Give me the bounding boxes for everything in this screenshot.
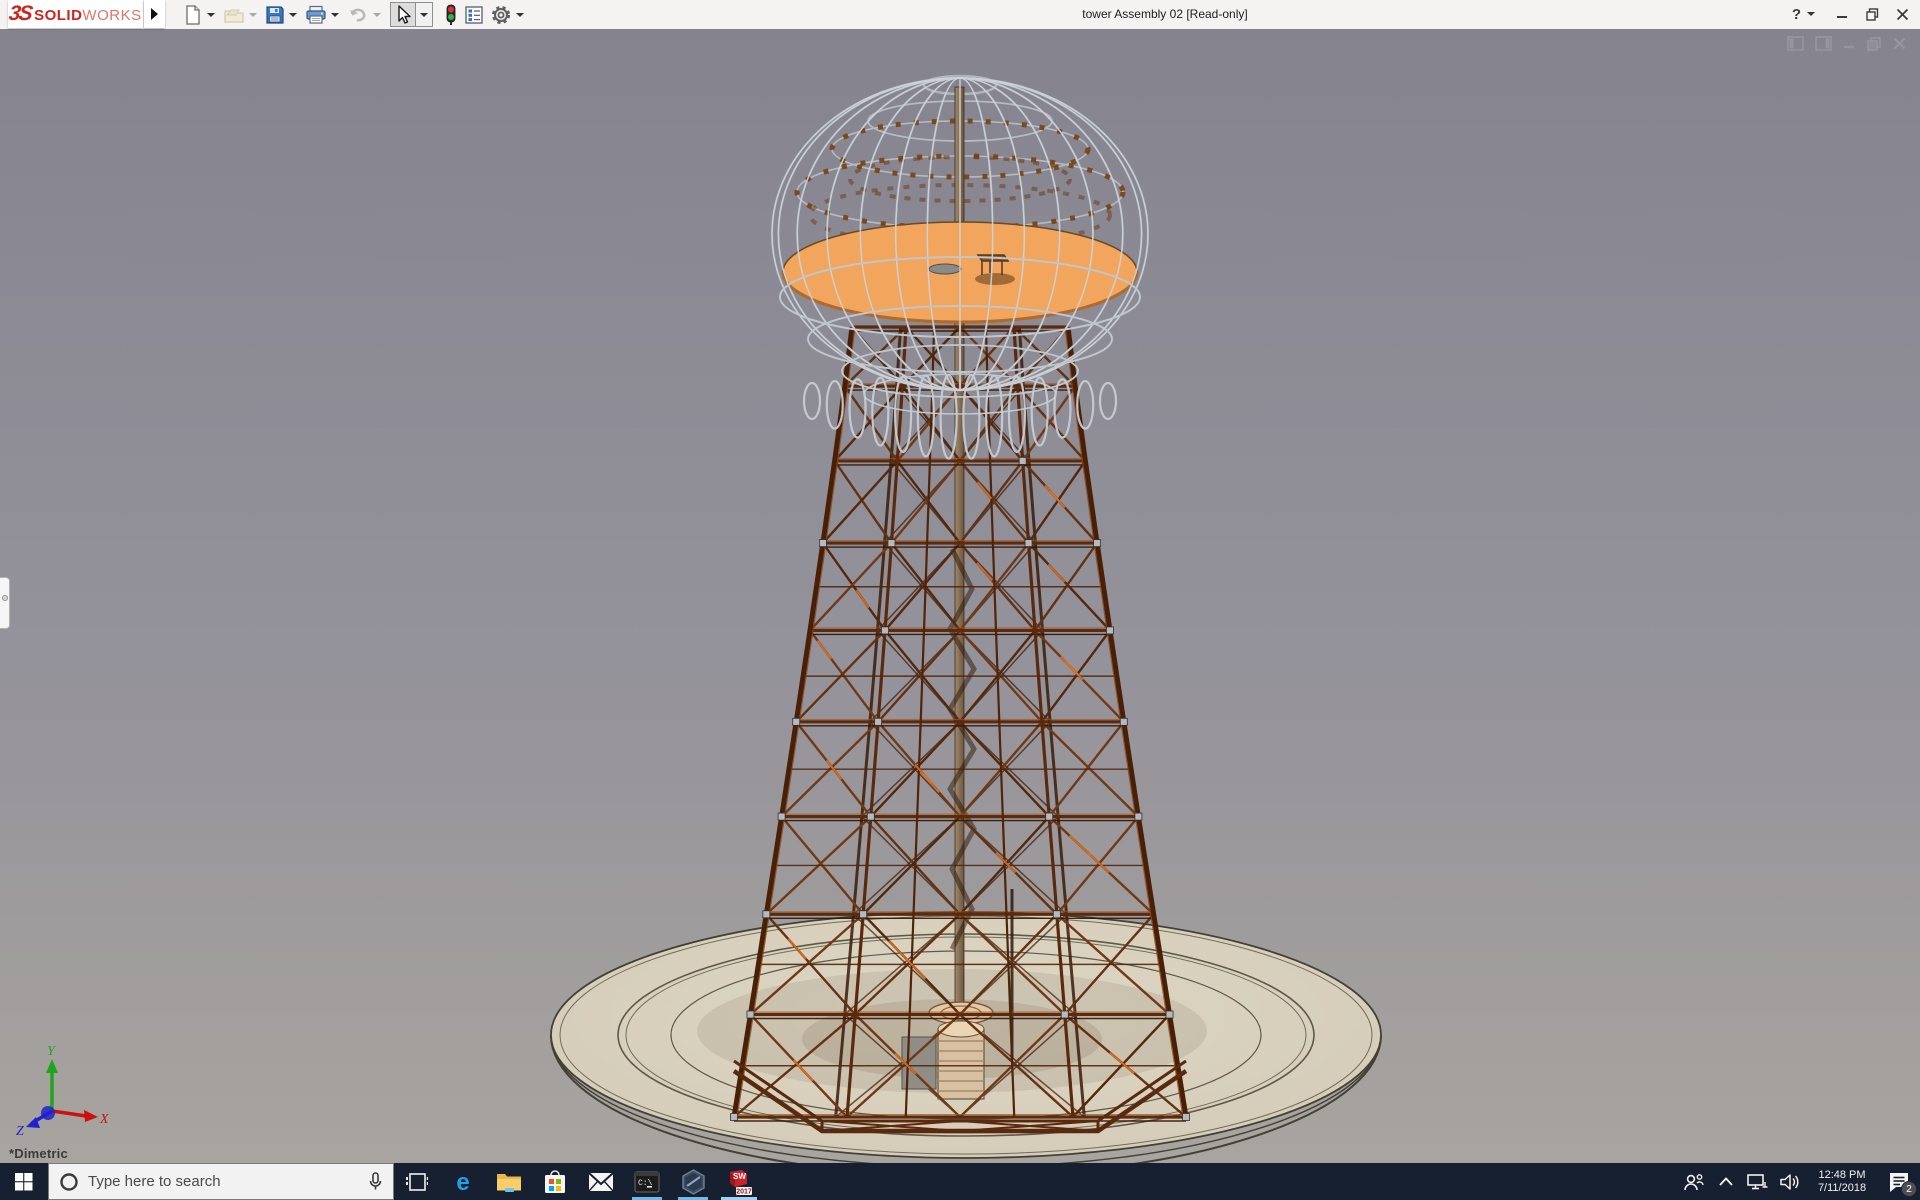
volume-icon (1780, 1173, 1800, 1191)
model-scene: Y X Z (0, 29, 1920, 1163)
pane-right-icon[interactable] (1815, 36, 1832, 51)
undo-dropdown-caret[interactable] (373, 13, 381, 17)
document-title: tower Assembly 02 [Read-only] (1040, 0, 1290, 28)
undo-icon (347, 5, 369, 25)
help-dropdown-caret[interactable] (1807, 12, 1815, 16)
taskbar-item-edge[interactable]: e (440, 1163, 486, 1200)
properties-list-icon (464, 5, 484, 25)
save-icon (265, 5, 285, 25)
new-dropdown-caret[interactable] (207, 13, 215, 17)
taskbar-item-mail[interactable] (578, 1163, 624, 1200)
edrawings-hexagon-icon (681, 1169, 706, 1195)
help-button[interactable]: ? (1792, 6, 1801, 23)
open-dropdown-caret[interactable] (249, 13, 257, 17)
flyout-pin-icon (2, 595, 8, 601)
evaluate-panel-button[interactable] (461, 2, 487, 28)
start-button[interactable] (0, 1163, 48, 1200)
triad-x-label: X (99, 1112, 109, 1127)
window-controls: ? (1792, 0, 1910, 28)
minimize-button[interactable] (1834, 6, 1850, 22)
display-settings-button[interactable] (441, 2, 461, 28)
new-document-button[interactable] (180, 2, 206, 28)
new-document-icon (183, 5, 203, 25)
taskbar-item-file-explorer[interactable] (486, 1163, 532, 1200)
restore-button[interactable] (1864, 6, 1880, 22)
save-button[interactable] (262, 2, 288, 28)
menu-flyout-button[interactable] (144, 0, 165, 28)
quick-access-toolbar (180, 0, 529, 29)
system-tray: 12:48 PM 7/11/2018 2 (1678, 1163, 1920, 1200)
store-icon (543, 1169, 567, 1195)
taskbar-item-command-prompt[interactable]: C:\ (624, 1163, 670, 1200)
print-button[interactable] (302, 2, 330, 28)
gear-icon (490, 4, 512, 26)
svg-text:e: e (456, 1169, 469, 1195)
taskbar-item-edrawings[interactable] (670, 1163, 716, 1200)
search-input[interactable] (88, 1173, 338, 1190)
notification-badge: 2 (1901, 1181, 1917, 1197)
cortana-circle-icon (59, 1172, 79, 1192)
titlebar: 3S SOLID WORKS (0, 0, 1920, 29)
tray-date: 7/11/2018 (1806, 1182, 1878, 1195)
solidworks-logo: 3S SOLID WORKS (8, 0, 143, 28)
network-button[interactable] (1742, 1163, 1774, 1200)
tray-time: 12:48 PM (1806, 1169, 1878, 1182)
doc-restore-icon[interactable] (1867, 37, 1882, 51)
task-view-icon (406, 1171, 428, 1193)
file-explorer-icon (496, 1171, 522, 1193)
solidworks-3s-icon: 3S (8, 2, 33, 26)
open-icon (223, 5, 245, 25)
doc-close-icon[interactable] (1893, 37, 1906, 50)
action-center-button[interactable]: 2 (1878, 1163, 1920, 1200)
options-dropdown-caret[interactable] (516, 13, 524, 17)
select-tool-button[interactable] (390, 2, 416, 27)
open-button[interactable] (220, 2, 248, 28)
triad-z-label: Z (16, 1124, 24, 1139)
edge-icon: e (450, 1169, 476, 1195)
taskbar-item-store[interactable] (532, 1163, 578, 1200)
taskbar: e C:\ (0, 1163, 1920, 1200)
traffic-light-icon (444, 4, 458, 26)
feature-tree-flyout-tab[interactable] (0, 577, 10, 629)
graphics-viewport[interactable]: Y X Z *Dimetric (0, 29, 1920, 1163)
print-icon (305, 5, 327, 25)
select-cursor-icon (393, 4, 413, 26)
volume-button[interactable] (1774, 1163, 1806, 1200)
mail-icon (588, 1172, 614, 1192)
chevron-up-icon (1719, 1177, 1733, 1186)
taskbar-item-task-view[interactable] (394, 1163, 440, 1200)
windows-logo-icon (15, 1173, 33, 1191)
taskbar-search[interactable] (48, 1163, 394, 1200)
print-dropdown-caret[interactable] (331, 13, 339, 17)
document-window-controls (1787, 36, 1906, 51)
tray-clock[interactable]: 12:48 PM 7/11/2018 (1806, 1168, 1878, 1195)
people-icon (1683, 1172, 1705, 1192)
network-icon (1747, 1173, 1769, 1191)
taskbar-item-solidworks-2017[interactable]: SW 2017 (716, 1163, 762, 1200)
flyout-arrow-icon (151, 8, 158, 20)
svg-text:SW: SW (733, 1172, 746, 1181)
doc-minimize-icon[interactable] (1843, 37, 1856, 50)
svg-text:2017: 2017 (736, 1188, 752, 1195)
platform-hatch (929, 264, 961, 274)
pane-left-icon[interactable] (1787, 36, 1804, 51)
save-dropdown-caret[interactable] (289, 13, 297, 17)
view-orientation-label: *Dimetric (9, 1146, 68, 1161)
solidworks-2017-icon: SW 2017 (725, 1168, 753, 1196)
microphone-icon[interactable] (368, 1172, 383, 1192)
undo-button[interactable] (344, 2, 372, 28)
options-button[interactable] (487, 2, 515, 28)
select-dropdown-caret[interactable] (416, 2, 433, 27)
command-prompt-icon: C:\ (634, 1171, 660, 1193)
tray-overflow-button[interactable] (1710, 1163, 1742, 1200)
people-button[interactable] (1678, 1163, 1710, 1200)
close-button[interactable] (1894, 6, 1910, 22)
